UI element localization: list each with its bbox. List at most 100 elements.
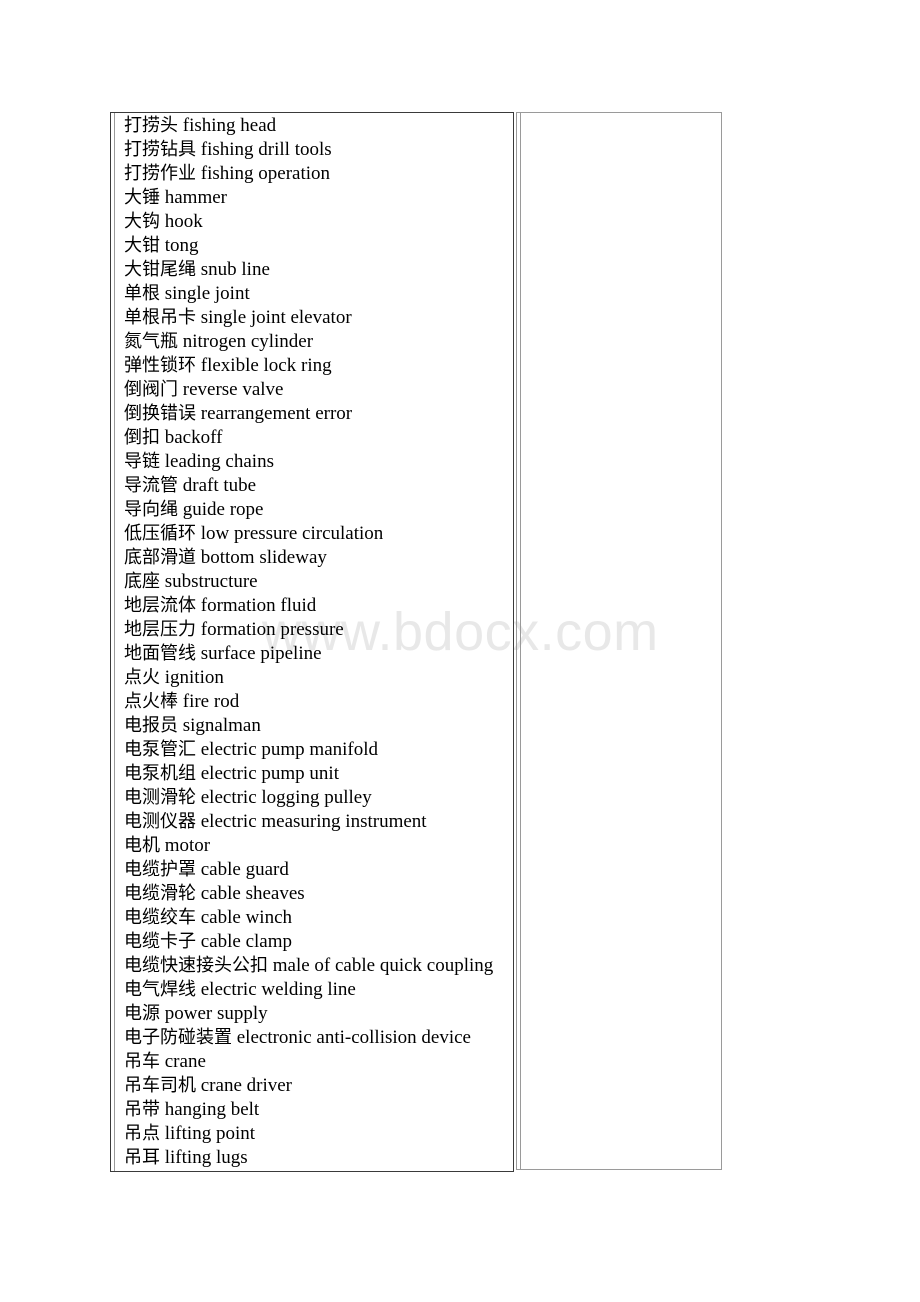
notes-column-cell	[516, 112, 722, 1170]
glossary-entry: 吊耳 lifting lugs	[124, 1146, 511, 1170]
glossary-term-zh: 电源	[124, 1003, 160, 1024]
glossary-term-zh: 大钳尾绳	[124, 259, 196, 280]
glossary-term-en: single joint elevator	[200, 307, 352, 328]
glossary-term-zh: 吊车司机	[124, 1075, 196, 1096]
glossary-term-zh: 倒阀门	[124, 379, 178, 400]
glossary-term-en: tong	[164, 235, 199, 256]
glossary-entry: 倒换错误 rearrangement error	[124, 402, 511, 426]
glossary-entry: 大钳 tong	[124, 234, 511, 258]
glossary-term-zh: 电缆卡子	[124, 931, 196, 952]
glossary-term-zh: 电缆滑轮	[124, 883, 196, 904]
glossary-term-zh: 倒扣	[124, 427, 160, 448]
glossary-term-zh: 地层流体	[124, 595, 196, 616]
glossary-term-zh: 吊耳	[124, 1147, 160, 1168]
glossary-term-en: hook	[164, 211, 203, 232]
glossary-entry: 氮气瓶 nitrogen cylinder	[124, 330, 511, 354]
glossary-term-zh: 电泵管汇	[124, 739, 196, 760]
glossary-term-en: single joint	[164, 283, 250, 304]
glossary-term-zh: 电气焊线	[124, 979, 196, 1000]
glossary-entry: 吊车司机 crane driver	[124, 1074, 511, 1098]
glossary-term-zh: 氮气瓶	[124, 331, 178, 352]
glossary-term-en: nitrogen cylinder	[182, 331, 314, 352]
glossary-term-zh: 单根吊卡	[124, 307, 196, 328]
glossary-term-zh: 大钩	[124, 211, 160, 232]
glossary-term-zh: 打捞作业	[124, 163, 196, 184]
glossary-term-zh: 单根	[124, 283, 160, 304]
glossary-entry: 点火棒 fire rod	[124, 690, 511, 714]
glossary-term-en: crane driver	[200, 1075, 292, 1096]
glossary-entry: 吊车 crane	[124, 1050, 511, 1074]
glossary-entry: 导链 leading chains	[124, 450, 511, 474]
glossary-entry: 吊点 lifting point	[124, 1122, 511, 1146]
glossary-entry: 弹性锁环 flexible lock ring	[124, 354, 511, 378]
glossary-term-en: cable guard	[200, 859, 289, 880]
glossary-term-en: cable sheaves	[200, 883, 305, 904]
glossary-term-en: hanging belt	[164, 1099, 260, 1120]
glossary-entry: 打捞钻具 fishing drill tools	[124, 138, 511, 162]
glossary-entry: 打捞作业 fishing operation	[124, 162, 511, 186]
glossary-entry: 吊带 hanging belt	[124, 1098, 511, 1122]
glossary-entry: 倒阀门 reverse valve	[124, 378, 511, 402]
glossary-term-en: leading chains	[164, 451, 274, 472]
terms-column-cell: 打捞头 fishing head 打捞钻具 fishing drill tools…	[110, 112, 514, 1172]
glossary-entry: 倒扣 backoff	[124, 426, 511, 450]
glossary-entry: 电缆滑轮 cable sheaves	[124, 882, 511, 906]
glossary-entry: 地层流体 formation fluid	[124, 594, 511, 618]
glossary-term-zh: 点火	[124, 667, 160, 688]
glossary-term-zh: 弹性锁环	[124, 355, 196, 376]
glossary-entry: 电测滑轮 electric logging pulley	[124, 786, 511, 810]
glossary-term-en: surface pipeline	[200, 643, 322, 664]
glossary-entry: 电子防碰装置 electronic anti-collision device	[124, 1026, 511, 1050]
notes-cell-inner-rule	[520, 113, 721, 1169]
glossary-term-en: male of cable quick coupling	[272, 955, 494, 976]
glossary-table: 打捞头 fishing head 打捞钻具 fishing drill tools…	[110, 112, 722, 1172]
glossary-entry: 电缆绞车 cable winch	[124, 906, 511, 930]
glossary-entry: 底部滑道 bottom slideway	[124, 546, 511, 570]
glossary-term-zh: 电缆绞车	[124, 907, 196, 928]
glossary-term-zh: 电泵机组	[124, 763, 196, 784]
glossary-entry: 电泵机组 electric pump unit	[124, 762, 511, 786]
glossary-term-zh: 电测仪器	[124, 811, 196, 832]
glossary-entry: 电气焊线 electric welding line	[124, 978, 511, 1002]
glossary-term-en: fishing drill tools	[200, 139, 332, 160]
glossary-term-zh: 低压循环	[124, 523, 196, 544]
glossary-term-en: power supply	[164, 1003, 268, 1024]
glossary-term-zh: 电报员	[124, 715, 178, 736]
glossary-term-zh: 吊点	[124, 1123, 160, 1144]
glossary-term-en: electric welding line	[200, 979, 356, 1000]
glossary-term-en: cable clamp	[200, 931, 293, 952]
glossary-term-zh: 导向绳	[124, 499, 178, 520]
glossary-term-en: fire rod	[182, 691, 240, 712]
glossary-term-zh: 导链	[124, 451, 160, 472]
glossary-term-zh: 吊带	[124, 1099, 160, 1120]
glossary-term-en: fishing head	[182, 115, 277, 136]
glossary-term-zh: 底部滑道	[124, 547, 196, 568]
glossary-term-en: rearrangement error	[200, 403, 353, 424]
glossary-entry: 地面管线 surface pipeline	[124, 642, 511, 666]
glossary-term-en: signalman	[182, 715, 261, 736]
glossary-term-zh: 地面管线	[124, 643, 196, 664]
glossary-term-en: crane	[164, 1051, 206, 1072]
glossary-term-zh: 吊车	[124, 1051, 160, 1072]
glossary-entry: 电缆护罩 cable guard	[124, 858, 511, 882]
glossary-term-en: hammer	[164, 187, 228, 208]
glossary-term-zh: 大锤	[124, 187, 160, 208]
glossary-term-en: backoff	[164, 427, 223, 448]
glossary-entry: 导流管 draft tube	[124, 474, 511, 498]
glossary-entry: 地层压力 formation pressure	[124, 618, 511, 642]
glossary-term-en: bottom slideway	[200, 547, 327, 568]
glossary-term-en: guide rope	[182, 499, 264, 520]
glossary-entry: 电泵管汇 electric pump manifold	[124, 738, 511, 762]
glossary-entry: 大钳尾绳 snub line	[124, 258, 511, 282]
glossary-term-en: low pressure circulation	[200, 523, 384, 544]
glossary-term-zh: 大钳	[124, 235, 160, 256]
glossary-term-en: ignition	[164, 667, 224, 688]
glossary-term-en: electric pump unit	[200, 763, 339, 784]
glossary-term-en: substructure	[164, 571, 258, 592]
glossary-term-en: fishing operation	[200, 163, 331, 184]
glossary-term-zh: 电子防碰装置	[124, 1027, 232, 1048]
glossary-entry: 点火 ignition	[124, 666, 511, 690]
glossary-term-en: formation fluid	[200, 595, 317, 616]
glossary-term-en: electronic anti-collision device	[236, 1027, 471, 1048]
glossary-term-zh: 电测滑轮	[124, 787, 196, 808]
